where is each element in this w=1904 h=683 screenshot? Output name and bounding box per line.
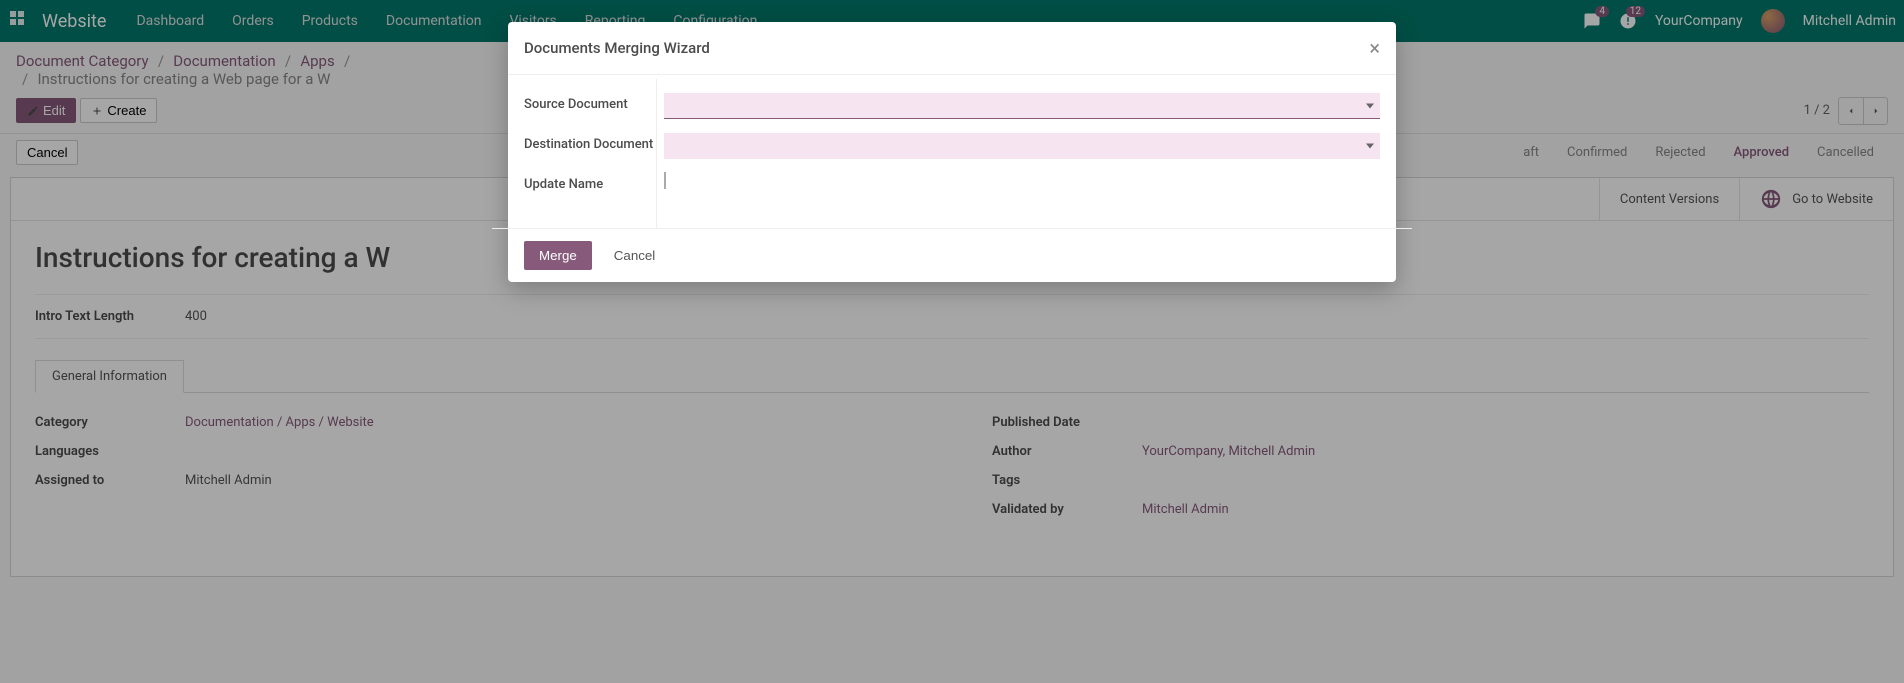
update-name-label: Update Name	[524, 173, 664, 192]
dst-doc-label: Destination Document	[524, 133, 664, 152]
src-doc-input[interactable]	[664, 93, 1380, 119]
update-name-checkbox[interactable]	[664, 172, 666, 189]
dst-doc-input[interactable]	[664, 133, 1380, 159]
merge-modal: Documents Merging Wizard × Source Docume…	[508, 22, 1396, 282]
modal-title: Documents Merging Wizard	[524, 39, 710, 57]
chevron-down-icon[interactable]	[1366, 144, 1374, 149]
chevron-down-icon[interactable]	[1366, 104, 1374, 109]
merge-button[interactable]: Merge	[524, 241, 592, 270]
modal-cancel-button[interactable]: Cancel	[602, 241, 668, 270]
src-doc-label: Source Document	[524, 93, 664, 112]
close-icon[interactable]: ×	[1369, 36, 1380, 60]
